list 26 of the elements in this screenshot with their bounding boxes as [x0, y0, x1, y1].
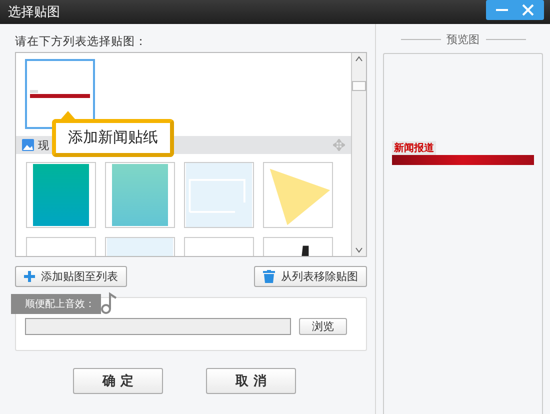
- close-icon[interactable]: [520, 2, 536, 18]
- sound-label: 顺便配上音效：: [11, 294, 101, 314]
- move-icon[interactable]: [333, 139, 345, 151]
- sticker-thumbnail[interactable]: [25, 59, 95, 129]
- sticker-thumbnail[interactable]: [184, 162, 254, 228]
- plus-icon: [24, 271, 35, 282]
- cancel-button[interactable]: 取 消: [206, 368, 296, 394]
- remove-sticker-button[interactable]: 从列表移除贴图: [254, 266, 367, 287]
- news-caption: 新闻报道: [392, 141, 436, 155]
- preview-title: 预览图: [446, 32, 480, 47]
- trash-icon: [263, 270, 275, 283]
- browse-button[interactable]: 浏览: [299, 318, 347, 335]
- tooltip: 添加新闻贴纸: [52, 119, 174, 157]
- sticker-thumbnail[interactable]: [105, 162, 175, 228]
- add-sticker-button[interactable]: 添加贴图至列表: [15, 266, 127, 287]
- sticker-thumbnail[interactable]: [263, 162, 333, 228]
- instruction-text: 请在下方列表选择贴图：: [15, 34, 148, 48]
- group-title: 现: [38, 138, 49, 152]
- sticker-thumbnail[interactable]: [26, 162, 96, 228]
- music-note-icon: [101, 292, 117, 314]
- sound-file-field[interactable]: [25, 318, 291, 335]
- picture-icon: [22, 139, 34, 151]
- ok-button[interactable]: 确 定: [73, 368, 163, 394]
- scroll-bar[interactable]: [351, 53, 366, 256]
- window-title: 选择贴图: [8, 4, 60, 21]
- tooltip-pointer: [61, 111, 75, 119]
